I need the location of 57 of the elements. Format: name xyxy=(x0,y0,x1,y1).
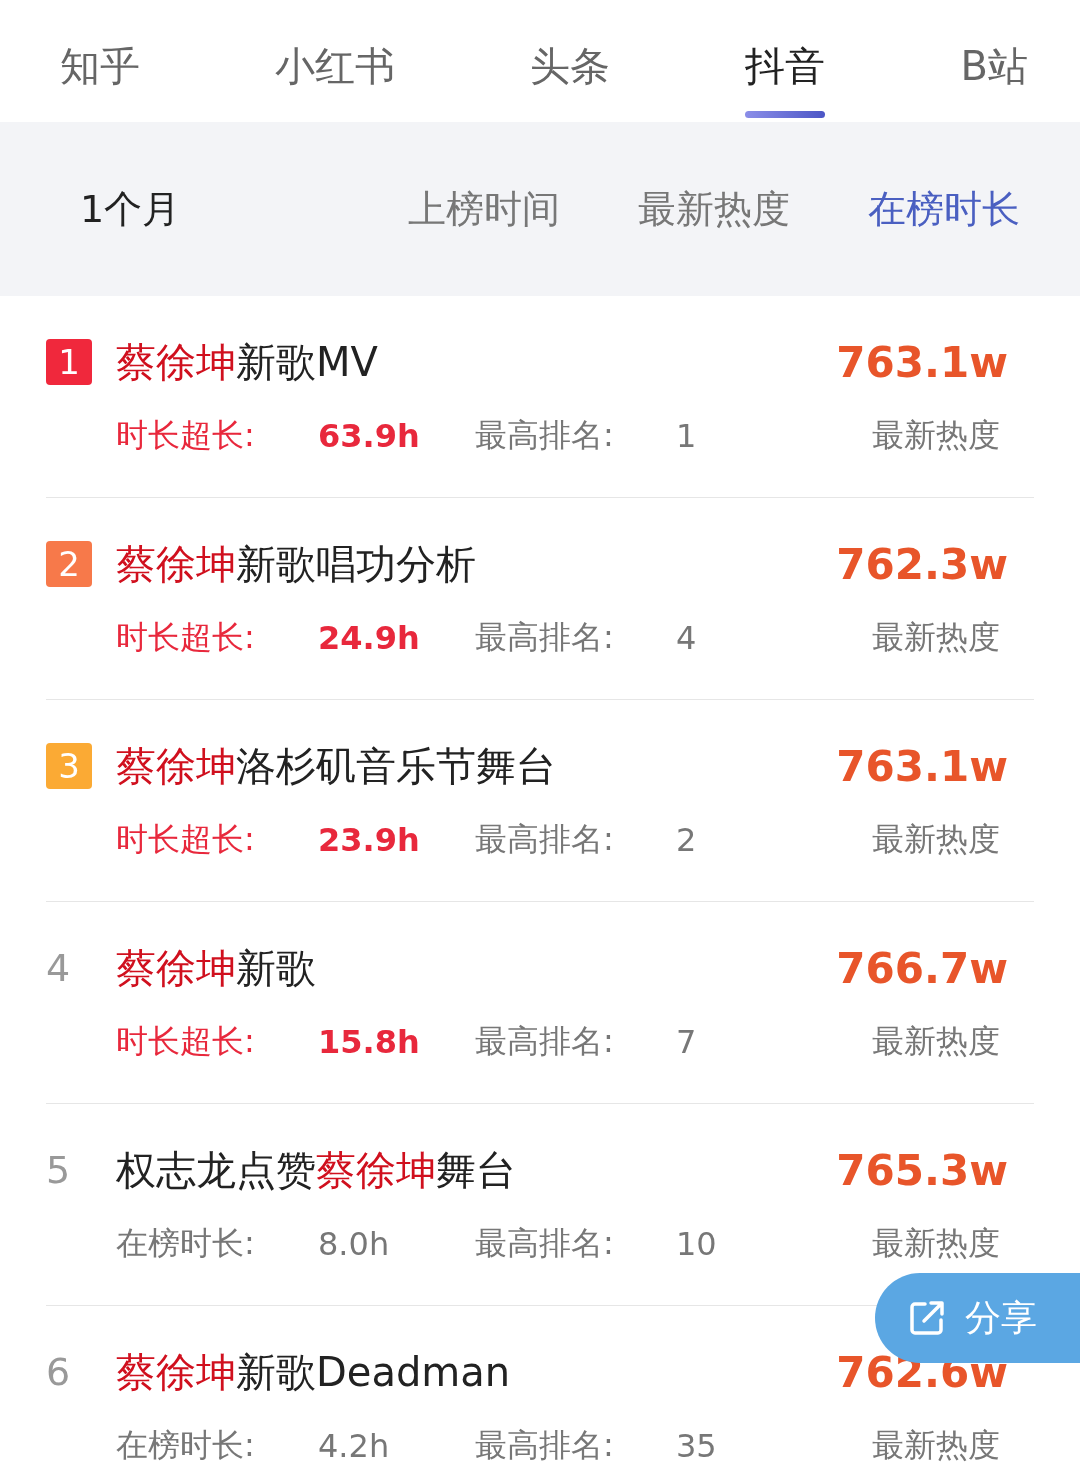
best-rank-label: 最高排名: xyxy=(475,1021,615,1062)
topic-title[interactable]: 蔡徐坤新歌 xyxy=(116,940,837,996)
platform-tab[interactable]: B站 xyxy=(960,0,1028,122)
best-rank-value: 10 xyxy=(676,1225,718,1263)
rank-badge: 1 xyxy=(46,339,92,385)
duration-label: 在榜时长: xyxy=(116,1425,256,1466)
heat-value: 763.1w xyxy=(836,741,1009,791)
rank-badge: 3 xyxy=(46,743,92,789)
heat-label: 最新热度 xyxy=(872,1425,1001,1466)
heat-label: 最新热度 xyxy=(872,415,1001,456)
heat-label: 最新热度 xyxy=(872,1223,1001,1264)
best-rank-value: 7 xyxy=(676,1023,698,1061)
heat-value: 765.3w xyxy=(836,1145,1009,1195)
duration-value: 24.9h xyxy=(318,619,421,657)
best-rank-value: 2 xyxy=(676,821,698,859)
heat-value: 766.7w xyxy=(836,943,1009,993)
duration-label: 时长超长: xyxy=(116,415,256,456)
rank-number: 5 xyxy=(46,1148,72,1192)
topic-title[interactable]: 蔡徐坤新歌唱功分析 xyxy=(116,536,837,592)
rank-badge: 2 xyxy=(46,541,92,587)
best-rank-value: 4 xyxy=(676,619,698,657)
best-rank-label: 最高排名: xyxy=(475,1425,615,1466)
topic-title[interactable]: 权志龙点赞蔡徐坤舞台 xyxy=(116,1142,837,1198)
platform-tab[interactable]: 知乎 xyxy=(60,0,140,122)
sort-option[interactable]: 在榜时长 xyxy=(868,183,1020,235)
heat-label: 最新热度 xyxy=(872,819,1001,860)
duration-label: 时长超长: xyxy=(116,819,256,860)
rank-number: 6 xyxy=(46,1350,72,1394)
duration-value: 15.8h xyxy=(318,1023,421,1061)
platform-tab[interactable]: 小红书 xyxy=(275,0,396,122)
platform-tab[interactable]: 抖音 xyxy=(745,0,826,122)
heat-label: 最新热度 xyxy=(872,1021,1001,1062)
duration-value: 63.9h xyxy=(318,417,421,455)
duration-label: 时长超长: xyxy=(116,617,256,658)
best-rank-value: 1 xyxy=(676,417,698,455)
duration-value: 8.0h xyxy=(318,1225,391,1263)
duration-value: 4.2h xyxy=(318,1427,391,1465)
heat-value: 762.3w xyxy=(836,539,1009,589)
topic-title[interactable]: 蔡徐坤新歌MV xyxy=(116,334,837,390)
best-rank-label: 最高排名: xyxy=(475,1223,615,1264)
duration-label: 在榜时长: xyxy=(116,1223,256,1264)
best-rank-value: 35 xyxy=(676,1427,718,1465)
topic-title[interactable]: 蔡徐坤新歌Deadman xyxy=(116,1344,837,1400)
heat-value: 763.1w xyxy=(836,337,1009,387)
sort-option[interactable]: 上榜时间 xyxy=(408,183,560,235)
best-rank-label: 最高排名: xyxy=(475,415,615,456)
rank-number: 4 xyxy=(46,946,72,990)
best-rank-label: 最高排名: xyxy=(475,617,615,658)
duration-value: 23.9h xyxy=(318,821,421,859)
best-rank-label: 最高排名: xyxy=(475,819,615,860)
platform-tab[interactable]: 头条 xyxy=(530,0,611,122)
sort-option[interactable]: 最新热度 xyxy=(638,183,790,235)
period-selector[interactable]: 1个月 xyxy=(80,183,330,235)
share-icon xyxy=(907,1298,947,1338)
duration-label: 时长超长: xyxy=(116,1021,256,1062)
topic-title[interactable]: 蔡徐坤洛杉矶音乐节舞台 xyxy=(116,738,837,794)
heat-label: 最新热度 xyxy=(872,617,1001,658)
